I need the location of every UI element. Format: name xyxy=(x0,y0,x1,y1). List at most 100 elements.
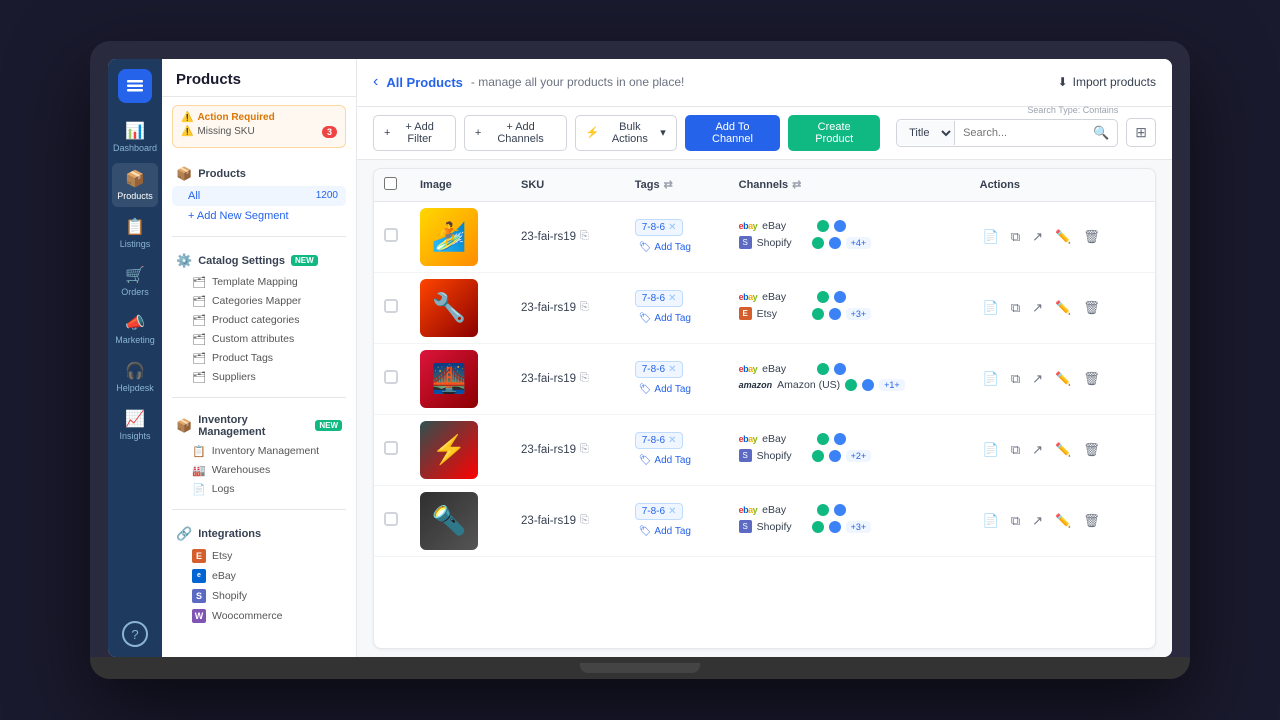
product-tags[interactable]: 🗂 Product Tags xyxy=(172,349,346,368)
warehouses[interactable]: 🏭 Warehouses xyxy=(172,461,346,480)
delete-action-button[interactable]: 🗑 xyxy=(1080,297,1103,319)
tags-sort-icon[interactable]: ⇄ xyxy=(664,178,673,191)
add-tag-button[interactable]: 🏷 Add Tag xyxy=(635,453,719,468)
status-dot xyxy=(812,521,824,533)
row-checkbox[interactable] xyxy=(384,228,398,242)
product-image: 🔧 xyxy=(420,279,478,337)
product-categories[interactable]: 🗂 Product categories xyxy=(172,311,346,330)
view-action-button[interactable]: 📄 xyxy=(980,439,1002,461)
more-channels-badge[interactable]: +4+ xyxy=(846,237,872,249)
copy-sku-button[interactable]: ⎘ xyxy=(580,443,589,456)
more-channels-badge[interactable]: +1+ xyxy=(879,379,905,391)
app-logo[interactable] xyxy=(118,69,152,103)
add-to-channel-button[interactable]: Add To Channel xyxy=(685,115,781,151)
logs[interactable]: 📄 Logs xyxy=(172,480,346,499)
integration-woocommerce[interactable]: W Woocommerce xyxy=(172,606,346,626)
delete-action-button[interactable]: 🗑 xyxy=(1080,510,1103,532)
products-table: Image SKU Tags ⇄ xyxy=(373,168,1156,650)
export-action-button[interactable]: ↗ xyxy=(1029,510,1046,532)
sidebar-item-listings[interactable]: 📋 Listings xyxy=(112,211,158,255)
row-checkbox[interactable] xyxy=(384,441,398,455)
add-channels-button[interactable]: + + Add Channels xyxy=(464,115,567,151)
integrations-title: 🔗 Integrations xyxy=(172,522,346,546)
sidebar-item-helpdesk[interactable]: 🎧 Helpdesk xyxy=(112,355,158,399)
search-input[interactable] xyxy=(955,122,1085,144)
copy-sku-button[interactable]: ⎘ xyxy=(580,230,589,243)
edit-action-button[interactable]: ✏️ xyxy=(1052,368,1074,390)
back-button[interactable]: ‹ xyxy=(373,73,378,91)
edit-action-button[interactable]: ✏️ xyxy=(1052,439,1074,461)
duplicate-action-button[interactable]: ⧉ xyxy=(1008,297,1023,319)
export-action-button[interactable]: ↗ xyxy=(1029,297,1046,319)
duplicate-action-button[interactable]: ⧉ xyxy=(1008,439,1023,461)
delete-action-button[interactable]: 🗑 xyxy=(1080,439,1103,461)
product-image: ⚡ xyxy=(420,421,478,479)
export-action-button[interactable]: ↗ xyxy=(1029,226,1046,248)
add-tag-button[interactable]: 🏷 Add Tag xyxy=(635,382,719,397)
copy-sku-button[interactable]: ⎘ xyxy=(580,301,589,314)
row-checkbox[interactable] xyxy=(384,299,398,313)
template-mapping[interactable]: 🗂 Template Mapping xyxy=(172,273,346,292)
view-action-button[interactable]: 📄 xyxy=(980,368,1002,390)
copy-sku-button[interactable]: ⎘ xyxy=(580,372,589,385)
integration-ebay[interactable]: e eBay xyxy=(172,566,346,586)
edit-action-button[interactable]: ✏️ xyxy=(1052,297,1074,319)
view-action-button[interactable]: 📄 xyxy=(980,226,1002,248)
duplicate-action-button[interactable]: ⧉ xyxy=(1008,510,1023,532)
table-row: 🌉 23-fai-rs19 ⎘ 7-8-6 ✕ 🏷 Add Tag xyxy=(374,343,1155,414)
row-checkbox[interactable] xyxy=(384,512,398,526)
sidebar-item-marketing[interactable]: 📣 Marketing xyxy=(112,307,158,351)
sidebar-item-products[interactable]: 📦 Products xyxy=(112,163,158,207)
remove-tag-button[interactable]: ✕ xyxy=(668,506,676,517)
delete-action-button[interactable]: 🗑 xyxy=(1080,368,1103,390)
integration-etsy[interactable]: E Etsy xyxy=(172,546,346,566)
add-filter-button[interactable]: + + Add Filter xyxy=(373,115,456,151)
import-products-button[interactable]: ⬇ Import products xyxy=(1058,75,1156,89)
custom-attributes[interactable]: 🗂 Custom attributes xyxy=(172,330,346,349)
duplicate-action-button[interactable]: ⧉ xyxy=(1008,368,1023,390)
add-tag-button[interactable]: 🏷 Add Tag xyxy=(635,524,719,539)
export-action-button[interactable]: ↗ xyxy=(1029,439,1046,461)
remove-tag-button[interactable]: ✕ xyxy=(668,293,676,304)
search-type-select[interactable]: Title xyxy=(897,121,955,145)
edit-action-button[interactable]: ✏️ xyxy=(1052,226,1074,248)
suppliers[interactable]: 🗂 Suppliers xyxy=(172,368,346,387)
integration-shopify[interactable]: S Shopify xyxy=(172,586,346,606)
delete-action-button[interactable]: 🗑 xyxy=(1080,226,1103,248)
more-channels-badge[interactable]: +3+ xyxy=(846,521,872,533)
remove-tag-button[interactable]: ✕ xyxy=(668,364,676,375)
edit-action-button[interactable]: ✏️ xyxy=(1052,510,1074,532)
duplicate-action-button[interactable]: ⧉ xyxy=(1008,226,1023,248)
channels-sort-icon[interactable]: ⇄ xyxy=(792,178,801,191)
action-required-alert: ⚠️ Action Required ⚠️ Missing SKU 3 xyxy=(172,105,346,148)
sidebar-item-orders[interactable]: 🛒 Orders xyxy=(112,259,158,303)
help-button[interactable]: ? xyxy=(122,621,148,647)
add-new-segment[interactable]: + Add New Segment xyxy=(172,206,346,226)
sku-value: 23-fai-rs19 xyxy=(521,302,576,314)
sidebar-item-dashboard[interactable]: 📊 Dashboard xyxy=(112,115,158,159)
remove-tag-button[interactable]: ✕ xyxy=(668,222,676,233)
add-tag-button[interactable]: 🏷 Add Tag xyxy=(635,240,719,255)
missing-sku-item[interactable]: ⚠️ Missing SKU 3 xyxy=(181,123,337,141)
search-icon: 🔍 xyxy=(1085,120,1117,146)
copy-sku-button[interactable]: ⎘ xyxy=(580,514,589,527)
more-channels-badge[interactable]: +2+ xyxy=(846,450,872,462)
sku-value: 23-fai-rs19 xyxy=(521,231,576,243)
bulk-actions-button[interactable]: ⚡ Bulk Actions ▾ xyxy=(575,115,677,151)
tag-chip: 7-8-6 ✕ xyxy=(635,503,684,520)
view-action-button[interactable]: 📄 xyxy=(980,297,1002,319)
add-tag-button[interactable]: 🏷 Add Tag xyxy=(635,311,719,326)
select-all-checkbox[interactable] xyxy=(384,177,397,190)
create-product-button[interactable]: Create Product xyxy=(788,115,880,151)
grid-view-button[interactable]: ⊞ xyxy=(1126,118,1156,147)
remove-tag-button[interactable]: ✕ xyxy=(668,435,676,446)
view-action-button[interactable]: 📄 xyxy=(980,510,1002,532)
more-channels-badge[interactable]: +3+ xyxy=(846,308,872,320)
channels-cell: ebay eBay E Etsy +3+ xyxy=(729,272,970,343)
segment-all[interactable]: All 1200 xyxy=(172,186,346,206)
row-checkbox[interactable] xyxy=(384,370,398,384)
sidebar-item-insights[interactable]: 📈 Insights xyxy=(112,403,158,447)
export-action-button[interactable]: ↗ xyxy=(1029,368,1046,390)
inventory-management[interactable]: 📋 Inventory Management xyxy=(172,442,346,461)
categories-mapper[interactable]: 🗂 Categories Mapper xyxy=(172,292,346,311)
